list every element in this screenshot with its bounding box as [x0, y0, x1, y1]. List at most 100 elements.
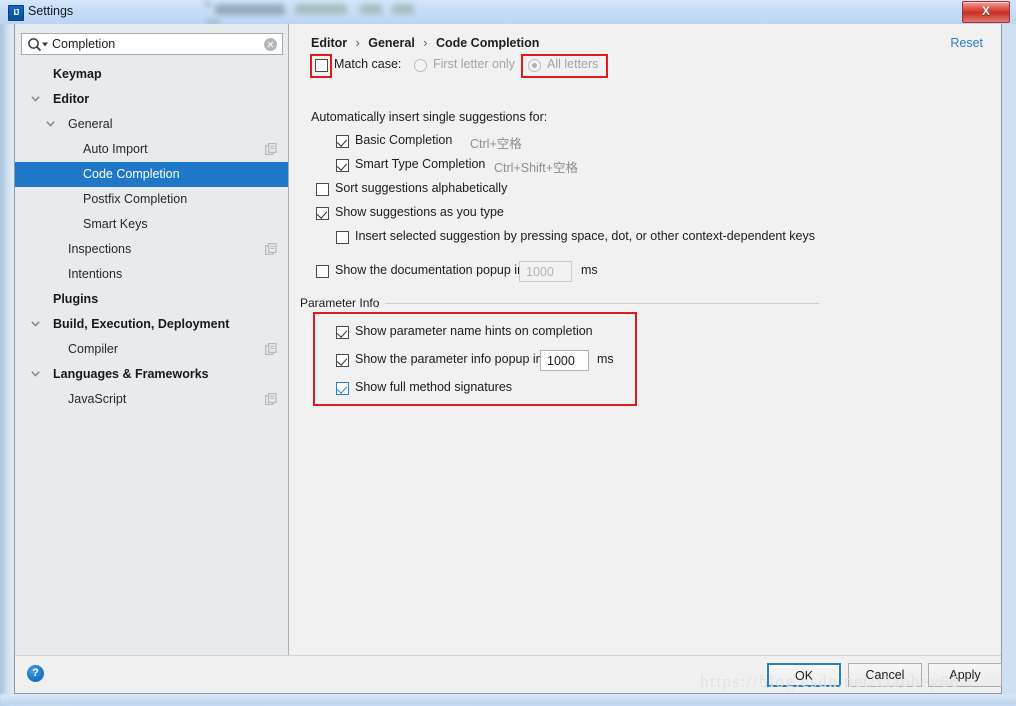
sidebar-item-label: Smart Keys: [83, 217, 148, 231]
basic-completion-checkbox[interactable]: [336, 135, 349, 148]
sidebar-item-postfix-completion[interactable]: Postfix Completion: [15, 187, 288, 212]
settings-sidebar: Keymap Editor General Auto Import Code Compl…: [15, 24, 289, 656]
cancel-button[interactable]: Cancel: [848, 663, 922, 687]
parameter-info-popup-checkbox[interactable]: [336, 354, 349, 367]
settings-dialog: Keymap Editor General Auto Import Code Compl…: [14, 24, 1002, 694]
dialog-footer: ? OK Cancel Apply: [15, 655, 1002, 693]
sidebar-item-label: Keymap: [53, 67, 102, 81]
search-input[interactable]: [52, 37, 262, 51]
match-case-label: Match case:: [334, 57, 402, 71]
sidebar-item-label: Code Completion: [83, 167, 180, 181]
sidebar-item-smart-keys[interactable]: Smart Keys: [15, 212, 288, 237]
insert-selected-suggestion-checkbox[interactable]: [336, 231, 349, 244]
sidebar-item-intentions[interactable]: Intentions: [15, 262, 288, 287]
parameter-name-hints-checkbox[interactable]: [336, 326, 349, 339]
help-icon[interactable]: ?: [27, 665, 44, 682]
search-icon[interactable]: [27, 37, 49, 53]
sidebar-item-label: Postfix Completion: [83, 192, 188, 206]
settings-dialog-root: IJ Settings X Keymap Editor General Auto Im…: [0, 0, 1016, 706]
insert-selected-suggestion-label: Insert selected suggestion by pressing s…: [355, 229, 815, 243]
parameter-info-popup-unit: ms: [597, 352, 614, 366]
documentation-popup-label: Show the documentation popup in: [335, 263, 525, 277]
parameter-info-group-label: Parameter Info: [300, 296, 386, 310]
chevron-down-icon[interactable]: [31, 321, 40, 327]
all-letters-label: All letters: [547, 57, 599, 71]
clear-icon[interactable]: [264, 38, 277, 51]
sidebar-item-auto-import[interactable]: Auto Import: [15, 137, 288, 162]
copy-settings-icon[interactable]: [265, 343, 278, 356]
sidebar-item-languages-frameworks[interactable]: Languages & Frameworks: [15, 362, 288, 387]
search-field[interactable]: [21, 33, 283, 55]
backdrop-blur-shape: [295, 4, 347, 14]
backdrop-left-blur: [0, 24, 14, 706]
sidebar-item-build-execution-deployment[interactable]: Build, Execution, Deployment: [15, 312, 288, 337]
parameter-info-popup-delay-input[interactable]: [540, 350, 589, 371]
ok-button[interactable]: OK: [767, 663, 841, 687]
parameter-name-hints-label: Show parameter name hints on completion: [355, 324, 593, 338]
sort-alphabetically-checkbox[interactable]: [316, 183, 329, 196]
backdrop-bottom-blur: [0, 694, 1016, 706]
sidebar-item-inspections[interactable]: Inspections: [15, 237, 288, 262]
match-case-checkbox[interactable]: [315, 59, 328, 72]
sidebar-item-keymap[interactable]: Keymap: [15, 62, 288, 87]
sidebar-item-compiler[interactable]: Compiler: [15, 337, 288, 362]
copy-settings-icon[interactable]: [265, 143, 278, 156]
sidebar-item-code-completion[interactable]: Code Completion: [15, 162, 288, 187]
full-method-signatures-label: Show full method signatures: [355, 380, 513, 394]
basic-completion-shortcut: Ctrl+空格: [470, 137, 522, 151]
sidebar-item-plugins[interactable]: Plugins: [15, 287, 288, 312]
sidebar-item-label: Auto Import: [83, 142, 148, 156]
apply-button[interactable]: Apply: [928, 663, 1002, 687]
window-title: Settings: [28, 4, 74, 18]
basic-completion-label: Basic Completion: [355, 133, 453, 147]
smart-type-completion-shortcut: Ctrl+Shift+空格: [494, 161, 579, 175]
reset-link[interactable]: Reset: [950, 36, 983, 50]
breadcrumb: Editor › General › Code Completion: [311, 36, 539, 50]
breadcrumb-item-general[interactable]: General: [368, 36, 415, 50]
backdrop-blur-shape: [205, 1, 211, 7]
close-icon: X: [981, 4, 990, 18]
sidebar-item-label: Build, Execution, Deployment: [53, 317, 230, 331]
parameter-info-group-line: [384, 303, 819, 304]
backdrop-blur-shape: [215, 4, 285, 15]
breadcrumb-item-code-completion: Code Completion: [435, 36, 540, 50]
smart-type-completion-checkbox[interactable]: [336, 159, 349, 172]
documentation-popup-checkbox[interactable]: [316, 265, 329, 278]
breadcrumb-item-editor[interactable]: Editor: [311, 36, 347, 50]
chevron-down-icon[interactable]: [46, 121, 55, 127]
sidebar-item-label: Inspections: [68, 242, 132, 256]
sidebar-item-label: JavaScript: [68, 392, 127, 406]
backdrop-blur-shape: [360, 4, 382, 14]
copy-settings-icon[interactable]: [265, 243, 278, 256]
sidebar-item-label: Compiler: [68, 342, 119, 356]
sidebar-item-editor[interactable]: Editor: [15, 87, 288, 112]
show-suggestions-label: Show suggestions as you type: [335, 205, 504, 219]
sidebar-item-label: Editor: [53, 92, 90, 106]
app-icon: IJ: [8, 5, 24, 21]
title-bar: IJ Settings X: [0, 0, 1016, 25]
sidebar-item-javascript[interactable]: JavaScript: [15, 387, 288, 412]
parameter-info-popup-label: Show the parameter info popup in: [355, 352, 543, 366]
all-letters-radio[interactable]: [528, 59, 541, 72]
chevron-down-icon[interactable]: [31, 371, 40, 377]
first-letter-only-label: First letter only: [433, 57, 515, 71]
documentation-popup-delay-input[interactable]: [519, 261, 572, 282]
smart-type-completion-label: Smart Type Completion: [355, 157, 486, 171]
sidebar-item-label: Intentions: [68, 267, 123, 281]
show-suggestions-checkbox[interactable]: [316, 207, 329, 220]
copy-settings-icon[interactable]: [265, 393, 278, 406]
backdrop-blur-shape: [392, 4, 414, 14]
close-button[interactable]: X: [962, 1, 1010, 23]
settings-content-panel: Editor › General › Code Completion Reset…: [290, 24, 1001, 656]
sidebar-item-label: Languages & Frameworks: [53, 367, 209, 381]
sidebar-item-general[interactable]: General: [15, 112, 288, 137]
first-letter-only-radio[interactable]: [414, 59, 427, 72]
settings-tree: Keymap Editor General Auto Import Code Compl…: [15, 62, 288, 656]
breadcrumb-separator: ›: [355, 36, 360, 50]
auto-insert-heading: Automatically insert single suggestions …: [311, 110, 548, 124]
sort-alphabetically-label: Sort suggestions alphabetically: [335, 181, 508, 195]
full-method-signatures-checkbox[interactable]: [336, 382, 349, 395]
chevron-down-icon[interactable]: [31, 96, 40, 102]
sidebar-item-label: Plugins: [53, 292, 99, 306]
documentation-popup-unit: ms: [581, 263, 598, 277]
